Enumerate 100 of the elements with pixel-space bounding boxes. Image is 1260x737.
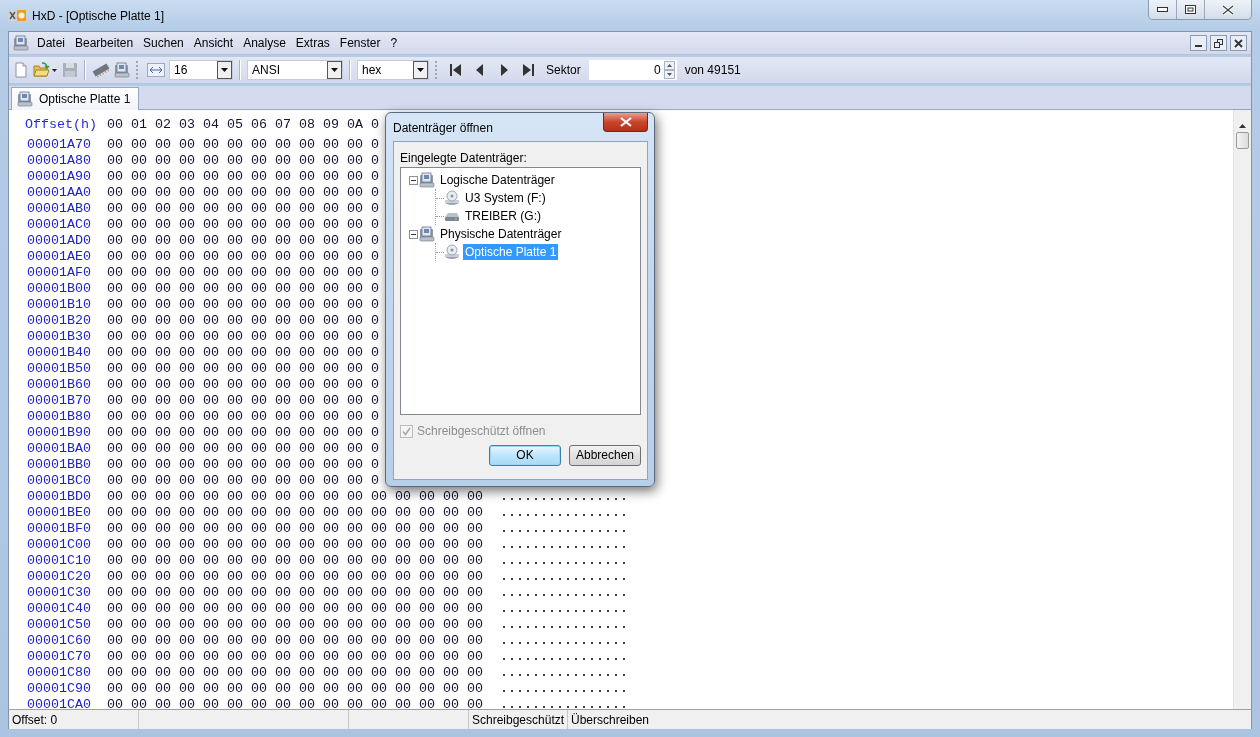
document-tab[interactable]: Optische Platte 1 <box>11 87 140 110</box>
hex-bytes: 00 00 00 00 00 00 00 00 00 00 00 00 00 00 00 00 <box>107 697 483 709</box>
bytes-per-row-dropdown[interactable]: 16 <box>169 60 233 80</box>
write-protection-status: Schreibgeschützt <box>469 710 568 729</box>
hex-bytes: 00 00 00 00 00 00 00 00 00 00 00 00 00 00 00 00 <box>107 601 483 617</box>
dialog-title: Datenträger öffnen <box>393 121 493 135</box>
menu-item[interactable]: Ansicht <box>188 34 239 52</box>
offset-label: 00001C00 <box>27 537 91 552</box>
hex-bytes: 00 00 00 00 00 00 00 00 00 00 00 00 00 00 00 00 <box>107 585 483 601</box>
scrollbar[interactable] <box>1233 110 1251 709</box>
charset-dropdown[interactable]: ANSI <box>247 60 343 80</box>
ascii-text: ................ <box>500 489 628 505</box>
tree-item[interactable]: U3 System (F:) <box>463 190 548 206</box>
edit-mode-status: Überschreiben <box>570 711 651 729</box>
offset-label: 00001C10 <box>27 553 91 568</box>
offset-label: 00001C70 <box>27 649 91 664</box>
menu-item[interactable]: Bearbeiten <box>70 34 139 52</box>
offset-label: 00001A70 <box>27 137 91 152</box>
hex-bytes: 00 00 00 00 00 00 00 00 00 00 00 00 00 00 00 00 <box>107 617 483 633</box>
hex-bytes: 00 00 00 00 00 00 00 00 00 00 00 00 00 00 00 00 <box>107 569 483 585</box>
hex-bytes: 00 00 00 00 00 00 00 00 00 00 00 0 <box>107 169 379 185</box>
hex-bytes: 00 00 00 00 00 00 00 00 00 00 00 0 <box>107 441 379 457</box>
offset-label: 00001AB0 <box>27 201 91 216</box>
window-title: HxD - [Optische Platte 1] <box>32 8 166 23</box>
hex-bytes: 00 00 00 00 00 00 00 00 00 00 00 00 00 00 00 00 <box>107 649 483 665</box>
ascii-text: ................ <box>500 633 628 649</box>
first-sector-icon[interactable] <box>448 62 464 78</box>
sector-field[interactable]: 0 <box>588 60 677 80</box>
drive-tree[interactable]: Logische Datenträger U3 System (F:) TREIBER (G:) Physische Datenträger Optische Platte 1 <box>400 167 641 415</box>
hex-bytes: 00 00 00 00 00 00 00 00 00 00 00 0 <box>107 137 379 153</box>
ascii-text: ................ <box>500 569 628 585</box>
byte-column-header: 00 01 02 03 04 05 06 07 08 09 0A 0 <box>107 117 379 133</box>
hex-bytes: 00 00 00 00 00 00 00 00 00 00 00 0 <box>107 281 379 297</box>
offset-label: 00001BC0 <box>27 473 91 488</box>
collapse-icon[interactable] <box>409 229 418 239</box>
ok-button[interactable]: OK <box>489 445 561 466</box>
scrollbar-thumb[interactable] <box>1236 132 1249 149</box>
offset-base-dropdown[interactable]: hex <box>357 60 429 80</box>
offset-label: 00001B40 <box>27 345 91 360</box>
ascii-text: ................ <box>500 601 628 617</box>
ascii-text: ................ <box>500 537 628 553</box>
offset-label: 00001B30 <box>27 329 91 344</box>
tree-item[interactable]: Physische Datenträger <box>438 226 564 242</box>
ascii-text: ................ <box>500 697 628 709</box>
hex-bytes: 00 00 00 00 00 00 00 00 00 00 00 0 <box>107 345 379 361</box>
hex-bytes: 00 00 00 00 00 00 00 00 00 00 00 0 <box>107 457 379 473</box>
minimize-icon <box>1157 7 1168 12</box>
ascii-text: ................ <box>500 585 628 601</box>
sector-total-label: von 49151 <box>683 63 742 77</box>
close-button[interactable] <box>603 113 648 132</box>
offset-label: 00001AD0 <box>27 233 91 248</box>
ascii-text: ................ <box>500 617 628 633</box>
hex-bytes: 00 00 00 00 00 00 00 00 00 00 00 0 <box>107 249 379 265</box>
tree-item[interactable]: Logische Datenträger <box>438 172 557 188</box>
collapse-icon[interactable] <box>409 175 418 185</box>
restore-button[interactable] <box>1210 35 1227 51</box>
offset-label: 00001C30 <box>27 585 91 600</box>
minimize-button[interactable] <box>1190 35 1207 51</box>
hex-bytes: 00 00 00 00 00 00 00 00 00 00 00 0 <box>107 329 379 345</box>
menu-item[interactable]: Suchen <box>138 34 189 52</box>
memory-chip-icon[interactable] <box>92 62 110 78</box>
offset-label: 00001BE0 <box>27 505 91 520</box>
menu-item[interactable]: Extras <box>290 34 335 52</box>
offset-status: Offset: 0 <box>9 710 139 729</box>
menu-item[interactable]: Datei <box>32 34 70 52</box>
ascii-text: ................ <box>500 649 628 665</box>
hex-bytes: 00 00 00 00 00 00 00 00 00 00 00 0 <box>107 473 379 489</box>
offset-label: 00001B60 <box>27 377 91 392</box>
last-sector-icon[interactable] <box>520 62 536 78</box>
hex-bytes: 00 00 00 00 00 00 00 00 00 00 00 0 <box>107 297 379 313</box>
close-icon <box>1234 38 1243 48</box>
maximize-icon <box>1185 5 1196 14</box>
hex-bytes: 00 00 00 00 00 00 00 00 00 00 00 0 <box>107 377 379 393</box>
offset-label: 00001B10 <box>27 297 91 312</box>
menu-item[interactable]: Analyse <box>238 34 291 52</box>
close-icon <box>1222 4 1234 15</box>
menu-item[interactable]: ? <box>385 34 403 52</box>
offset-label: 00001BD0 <box>27 489 91 504</box>
ascii-text: ................ <box>500 665 628 681</box>
ascii-text: ................ <box>500 505 628 521</box>
hex-bytes: 00 00 00 00 00 00 00 00 00 00 00 00 00 00 00 00 <box>107 489 483 505</box>
cancel-button[interactable]: Abbrechen <box>569 445 641 466</box>
open-folder-icon[interactable] <box>33 62 58 78</box>
hex-bytes: 00 00 00 00 00 00 00 00 00 00 00 0 <box>107 233 379 249</box>
computer-drive-icon <box>419 226 435 242</box>
spin-arrows-icon[interactable] <box>663 61 675 79</box>
offset-label: 00001B80 <box>27 409 91 424</box>
scroll-up-icon[interactable] <box>1239 124 1246 128</box>
offset-label: 00001A80 <box>27 153 91 168</box>
offset-label: 00001C50 <box>27 617 91 632</box>
offset-label: 00001B50 <box>27 361 91 376</box>
offset-label: 00001C60 <box>27 633 91 648</box>
offset-label: 00001BA0 <box>27 441 91 456</box>
menu-item[interactable]: Fenster <box>334 34 386 52</box>
tree-item[interactable]: TREIBER (G:) <box>463 208 543 224</box>
optical-drive-icon <box>444 244 460 260</box>
row-width-icon[interactable] <box>147 63 165 77</box>
close-button[interactable] <box>1230 35 1247 51</box>
hex-bytes: 00 00 00 00 00 00 00 00 00 00 00 0 <box>107 185 379 201</box>
hex-bytes: 00 00 00 00 00 00 00 00 00 00 00 00 00 00 00 00 <box>107 521 483 537</box>
